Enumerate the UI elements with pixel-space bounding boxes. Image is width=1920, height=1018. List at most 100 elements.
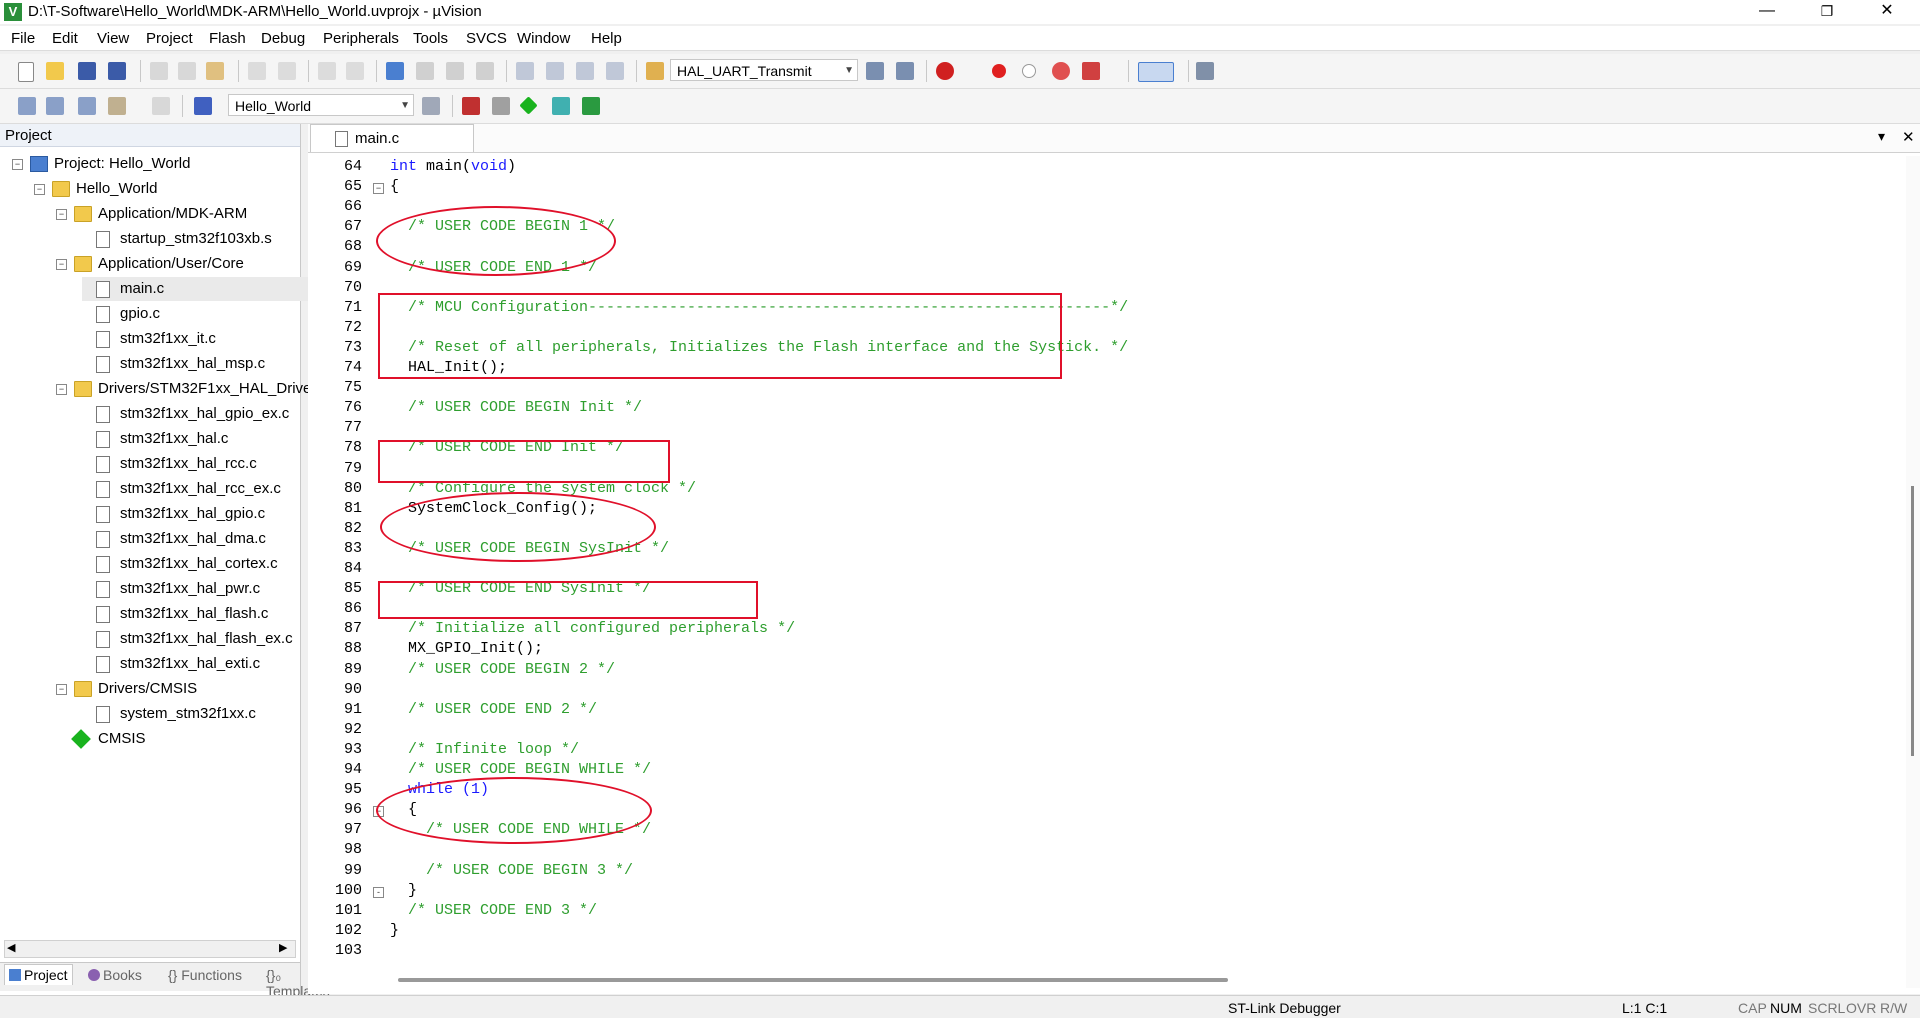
incremental-find-icon[interactable] [896, 62, 914, 80]
code-line[interactable]: /* USER CODE END 3 */ [390, 902, 597, 919]
save-icon[interactable] [78, 62, 96, 80]
batch-build-icon[interactable] [108, 97, 126, 115]
target-options-icon[interactable] [422, 97, 440, 115]
paste-icon[interactable] [206, 62, 224, 80]
code-line[interactable]: /* USER CODE BEGIN Init */ [390, 399, 642, 416]
code-line[interactable]: /* USER CODE BEGIN WHILE */ [390, 761, 651, 778]
tree-item[interactable]: stm32f1xx_hal_exti.c [0, 652, 296, 676]
editor-vertical-scrollbar[interactable] [1906, 156, 1920, 988]
bookmark-icon[interactable] [386, 62, 404, 80]
tab-books[interactable]: Books [88, 967, 142, 983]
save-all-icon[interactable] [108, 62, 126, 80]
menu-window[interactable]: Window [517, 30, 570, 47]
tree-item[interactable]: − Drivers/STM32F1xx_HAL_Driver [0, 377, 316, 401]
code-line[interactable]: /* USER CODE BEGIN 3 */ [390, 862, 633, 879]
find-in-files-icon[interactable] [646, 62, 664, 80]
tree-item[interactable]: stm32f1xx_hal.c [0, 427, 296, 451]
code-line[interactable]: MX_GPIO_Init(); [390, 640, 543, 657]
code-line[interactable]: int main(void) [390, 158, 516, 175]
menu-flash[interactable]: Flash [209, 30, 246, 47]
tree-item[interactable]: − Drivers/CMSIS [0, 677, 296, 701]
tree-item[interactable]: stm32f1xx_hal_rcc_ex.c [0, 477, 296, 501]
tree-item[interactable]: − Application/User/Core [0, 252, 296, 276]
clear-bookmarks-icon[interactable] [476, 62, 494, 80]
debug-session-icon[interactable] [936, 62, 954, 80]
editor-horizontal-scrollbar[interactable] [398, 976, 1888, 984]
horizontal-scroll-thumb[interactable] [398, 978, 1228, 982]
code-line[interactable]: } [390, 882, 417, 899]
tree-item[interactable]: stm32f1xx_hal_flash.c [0, 602, 296, 626]
clear-breakpoints-icon[interactable] [1052, 62, 1070, 80]
code-line[interactable]: } [390, 922, 399, 939]
cut-icon[interactable] [150, 62, 168, 80]
code-line[interactable]: /* Infinite loop */ [390, 741, 579, 758]
tree-item[interactable]: stm32f1xx_hal_gpio.c [0, 502, 296, 526]
collapse-icon[interactable]: − [56, 259, 67, 270]
kill-breakpoints-icon[interactable] [1082, 62, 1100, 80]
disable-breakpoint-icon[interactable] [1022, 64, 1036, 78]
navigate-back-icon[interactable] [318, 62, 336, 80]
unindent-icon[interactable] [546, 62, 564, 80]
configure-icon[interactable] [1196, 62, 1214, 80]
tree-item[interactable]: − Application/MDK-ARM [0, 202, 296, 226]
menu-peripherals[interactable]: Peripherals [323, 30, 399, 47]
close-editor-icon[interactable]: ✕ [1902, 128, 1915, 146]
tree-item[interactable]: stm32f1xx_hal_dma.c [0, 527, 296, 551]
tree-item[interactable]: stm32f1xx_hal_cortex.c [0, 552, 296, 576]
collapse-icon[interactable]: − [12, 159, 23, 170]
tree-item[interactable]: CMSIS [0, 727, 296, 751]
collapse-icon[interactable]: − [56, 209, 67, 220]
tree-item[interactable]: stm32f1xx_hal_flash_ex.c [0, 627, 296, 651]
copy-icon[interactable] [178, 62, 196, 80]
open-file-icon[interactable] [46, 62, 64, 80]
tree-item[interactable]: − Project: Hello_World [0, 152, 296, 176]
code-line[interactable]: { [390, 178, 399, 195]
close-window-button[interactable]: ✕ [1864, 0, 1910, 24]
uncomment-icon[interactable] [606, 62, 624, 80]
tab-functions[interactable]: {} Functions [168, 967, 242, 983]
menu-svcs[interactable]: SVCS [466, 30, 507, 47]
tree-item[interactable]: stm32f1xx_hal_rcc.c [0, 452, 296, 476]
tree-item[interactable]: system_stm32f1xx.c [0, 702, 296, 726]
code-line[interactable]: /* USER CODE BEGIN 2 */ [390, 661, 615, 678]
target-combo[interactable]: Hello_World ▼ [228, 94, 414, 116]
find-combo[interactable]: HAL_UART_Transmit ▼ [670, 59, 858, 81]
navigate-forward-icon[interactable] [346, 62, 364, 80]
scroll-right-icon[interactable]: ▶ [279, 941, 287, 954]
pack-installer-icon[interactable] [552, 97, 570, 115]
tree-item[interactable]: stm32f1xx_hal_msp.c [0, 352, 296, 376]
download-icon[interactable] [194, 97, 212, 115]
undo-icon[interactable] [248, 62, 266, 80]
tree-item[interactable]: stm32f1xx_hal_pwr.c [0, 577, 296, 601]
window-layout-icon[interactable] [1138, 62, 1174, 82]
collapse-icon[interactable]: − [34, 184, 45, 195]
translate-icon[interactable] [18, 97, 36, 115]
vertical-scroll-thumb[interactable] [1911, 486, 1914, 756]
manage-run-time-environment-icon[interactable] [519, 96, 538, 115]
find-icon[interactable] [866, 62, 884, 80]
maximize-button[interactable]: ❐ [1804, 0, 1850, 24]
code-line[interactable]: /* Initialize all configured peripherals… [390, 620, 795, 637]
select-packs-icon[interactable] [492, 97, 510, 115]
minimize-button[interactable]: — [1744, 0, 1790, 24]
comment-icon[interactable] [576, 62, 594, 80]
stm32cubemx-icon[interactable] [582, 97, 600, 115]
menu-project[interactable]: Project [146, 30, 193, 47]
collapse-icon[interactable]: − [56, 384, 67, 395]
menu-file[interactable]: File [11, 30, 35, 47]
menu-view[interactable]: View [97, 30, 129, 47]
rebuild-icon[interactable] [78, 97, 96, 115]
tree-item[interactable]: gpio.c [0, 302, 296, 326]
fold-toggle-icon[interactable]: − [373, 183, 384, 195]
scroll-left-icon[interactable]: ◀ [7, 941, 15, 954]
menu-help[interactable]: Help [591, 30, 622, 47]
menu-edit[interactable]: Edit [52, 30, 78, 47]
stop-build-icon[interactable] [152, 97, 170, 115]
tree-item[interactable]: stm32f1xx_hal_gpio_ex.c [0, 402, 296, 426]
prev-bookmark-icon[interactable] [416, 62, 434, 80]
breakpoint-icon[interactable] [992, 64, 1006, 78]
new-file-icon[interactable] [18, 62, 34, 82]
redo-icon[interactable] [278, 62, 296, 80]
next-bookmark-icon[interactable] [446, 62, 464, 80]
collapse-icon[interactable]: − [56, 684, 67, 695]
